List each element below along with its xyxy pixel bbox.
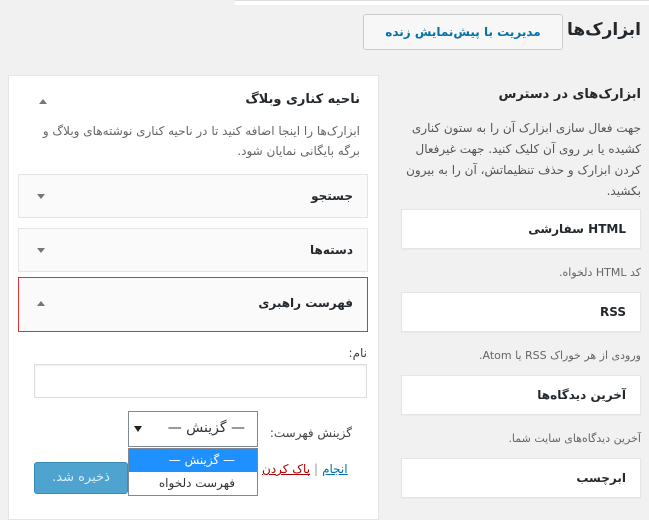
- sidebar-widget-search[interactable]: جستجو: [18, 174, 368, 218]
- page-title: ابزارک‌ها: [567, 20, 641, 40]
- widget-recent-comments[interactable]: آخرین دیدگاه‌ها: [401, 375, 641, 415]
- widget-title: ابرچسب: [576, 471, 626, 485]
- menu-option[interactable]: — گزینش —: [129, 449, 257, 472]
- expand-arrow-icon[interactable]: [37, 194, 45, 199]
- sidebar-widget-navigation-menu[interactable]: فهرست راهبری: [18, 277, 368, 332]
- name-label: نام:: [348, 346, 367, 360]
- menu-select-value: — گزینش —: [167, 420, 245, 436]
- collapse-arrow-icon[interactable]: [37, 301, 45, 306]
- collapse-arrow-icon[interactable]: [39, 99, 47, 104]
- widget-tag-cloud[interactable]: ابرچسب: [401, 458, 641, 498]
- widget-title: آخرین دیدگاه‌ها: [537, 388, 626, 402]
- sidebar-widget-categories[interactable]: دسته‌ها: [18, 228, 368, 272]
- menu-dropdown-list: — گزینش — فهرست دلخواه: [128, 448, 258, 496]
- widget-title: HTML سفارشی: [528, 222, 626, 236]
- chevron-down-icon: [134, 426, 142, 432]
- expand-arrow-icon[interactable]: [37, 248, 45, 253]
- menu-select[interactable]: — گزینش —: [128, 411, 258, 447]
- widget-actions: انجام| پاک کردن: [262, 462, 348, 476]
- sidebar-title: ناحیه کناری وبلاگ: [245, 92, 360, 107]
- widget-description: کد HTML دلخواه.: [559, 266, 641, 279]
- widget-rss[interactable]: RSS: [401, 292, 641, 332]
- separator: |: [314, 462, 319, 476]
- menu-option[interactable]: فهرست دلخواه: [129, 472, 257, 495]
- sidebar-description: ابزارک‌ها را اینجا اضافه کنید تا در ناحی…: [42, 124, 360, 158]
- name-input[interactable]: [34, 364, 367, 398]
- widget-title: دسته‌ها: [310, 243, 353, 257]
- available-widgets-description: جهت فعال سازی ابزارک آن را به ستون کناری…: [406, 121, 641, 198]
- save-button[interactable]: ذخیره شد.: [34, 462, 128, 494]
- available-widgets-title: ابزارک‌های در دسترس: [498, 87, 641, 102]
- done-link[interactable]: انجام: [322, 462, 348, 476]
- widget-description: ورودی از هر خوراک RSS یا Atom.: [479, 349, 641, 362]
- top-border: [235, 0, 649, 5]
- widget-description: آخرین دیدگاه‌های سایت شما.: [508, 432, 641, 445]
- delete-link[interactable]: پاک کردن: [262, 462, 310, 476]
- widget-title: RSS: [600, 305, 626, 319]
- widget-custom-html[interactable]: HTML سفارشی: [401, 209, 641, 249]
- select-menu-label: گزینش فهرست:: [269, 426, 352, 440]
- widget-title: فهرست راهبری: [258, 296, 353, 310]
- manage-live-preview-button[interactable]: مدیریت با پیش‌نمایش زنده: [363, 14, 563, 50]
- widget-title: جستجو: [311, 189, 353, 203]
